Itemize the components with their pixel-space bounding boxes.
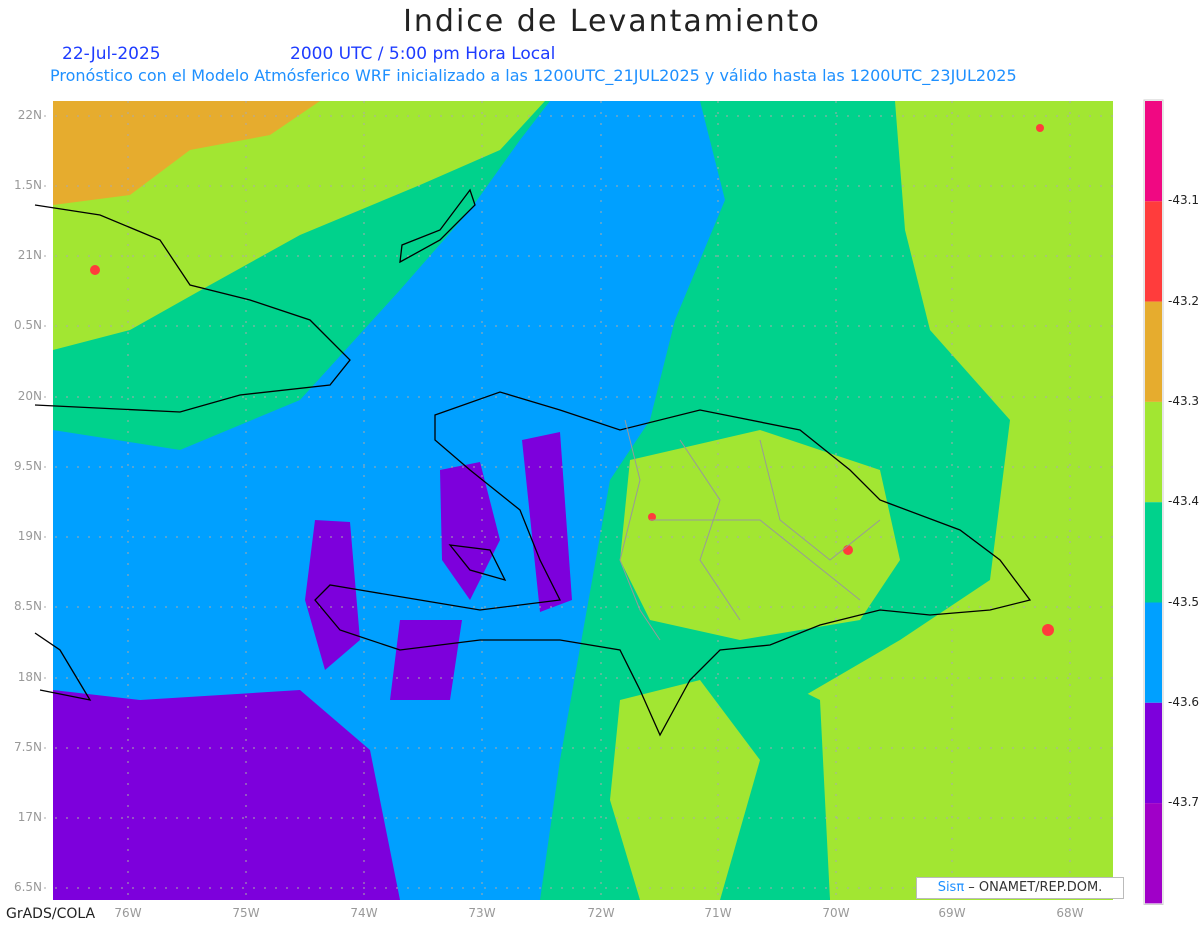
lat-label: 1.5N [13,178,42,192]
colorbar-swatch [1145,803,1162,904]
colorbar-label: -43.1 [1168,193,1200,208]
lat-label: 21N [17,248,42,262]
lat-label: 19N [17,529,42,543]
colorbar-label: -43.2 [1168,293,1200,308]
lat-label: 20N [17,389,42,403]
lon-label: 72W [587,906,615,920]
colorbar-swatch [1145,502,1162,603]
lon-label: 71W [704,906,732,920]
credit-text: – ONAMET/REP.DOM. [964,880,1103,895]
lon-label: 73W [468,906,496,920]
colorbar-swatch [1145,702,1162,804]
lat-label: 0.5N [13,318,42,332]
colorbar-swatch [1145,301,1162,402]
colorbar-label: -43.7 [1168,795,1200,810]
lat-label: 9.5N [13,459,42,473]
colorbar-swatch [1145,401,1162,503]
lon-label: 69W [938,906,966,920]
map-canvas [34,99,1164,905]
lat-label: 7.5N [13,740,42,754]
lon-label: 74W [350,906,378,920]
field-violet-haiti4 [390,620,462,700]
software-label: GrADS/COLA [6,906,96,922]
credit-box: Sisπ – ONAMET/REP.DOM. [916,877,1124,899]
colorbar-label: -43.3 [1168,393,1200,408]
field-red-spot [90,265,100,275]
field-layer [53,101,1113,900]
field-red-spot [1036,124,1044,132]
field-red-spot [1042,624,1054,636]
lon-label: 70W [822,906,850,920]
lat-label: 18N [17,670,42,684]
lon-label: 68W [1056,906,1084,920]
lon-label: 75W [232,906,260,920]
lat-label: 6.5N [13,880,42,894]
colorbar-swatch [1145,101,1162,202]
colorbar-label: -43.4 [1168,494,1200,509]
lon-label: 76W [114,906,142,920]
lat-label: 22N [17,108,42,122]
colorbar [1143,99,1164,905]
colorbar-label: -43.5 [1168,594,1200,609]
field-red-spot [843,545,853,555]
colorbar-swatch [1145,602,1162,703]
lat-label: 17N [17,810,42,824]
lat-label: 8.5N [13,599,42,613]
colorbar-label: -43.6 [1168,694,1200,709]
colorbar-swatch [1145,201,1162,302]
credit-brand: Sisπ [937,880,965,895]
